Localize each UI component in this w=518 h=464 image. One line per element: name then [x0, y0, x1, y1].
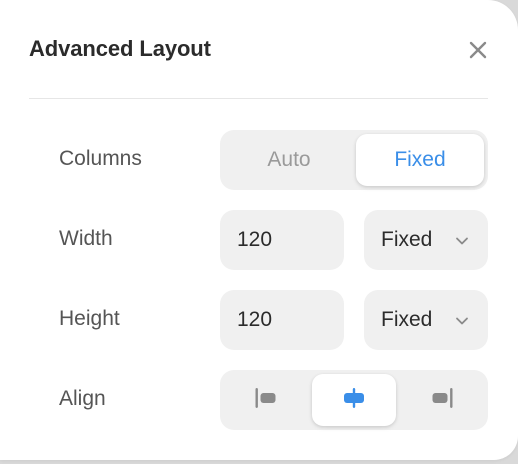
height-mode-select[interactable]: Fixed — [364, 290, 488, 350]
advanced-layout-dialog: Advanced Layout Columns Auto Fixed Width… — [0, 0, 518, 460]
align-right-button[interactable] — [400, 374, 484, 426]
width-input[interactable] — [220, 210, 344, 270]
height-input[interactable] — [220, 290, 344, 350]
columns-segmented-control: Auto Fixed — [220, 130, 488, 190]
header-divider — [29, 98, 488, 99]
columns-label: Columns — [59, 147, 142, 170]
close-icon[interactable] — [466, 38, 490, 62]
chevron-down-icon — [455, 314, 469, 326]
align-center-icon — [342, 386, 366, 415]
width-label: Width — [59, 227, 113, 250]
columns-option-fixed[interactable]: Fixed — [356, 134, 484, 186]
align-right-icon — [430, 386, 454, 415]
height-mode-value: Fixed — [381, 308, 433, 331]
align-left-icon — [254, 386, 278, 415]
chevron-down-icon — [455, 234, 469, 246]
width-mode-select[interactable]: Fixed — [364, 210, 488, 270]
dialog-title: Advanced Layout — [29, 36, 211, 61]
width-mode-value: Fixed — [381, 228, 433, 251]
columns-option-auto[interactable]: Auto — [224, 134, 354, 186]
align-center-button[interactable] — [312, 374, 396, 426]
align-left-button[interactable] — [224, 374, 308, 426]
height-label: Height — [59, 307, 120, 330]
align-label: Align — [59, 387, 106, 410]
align-segmented-control — [220, 370, 488, 430]
